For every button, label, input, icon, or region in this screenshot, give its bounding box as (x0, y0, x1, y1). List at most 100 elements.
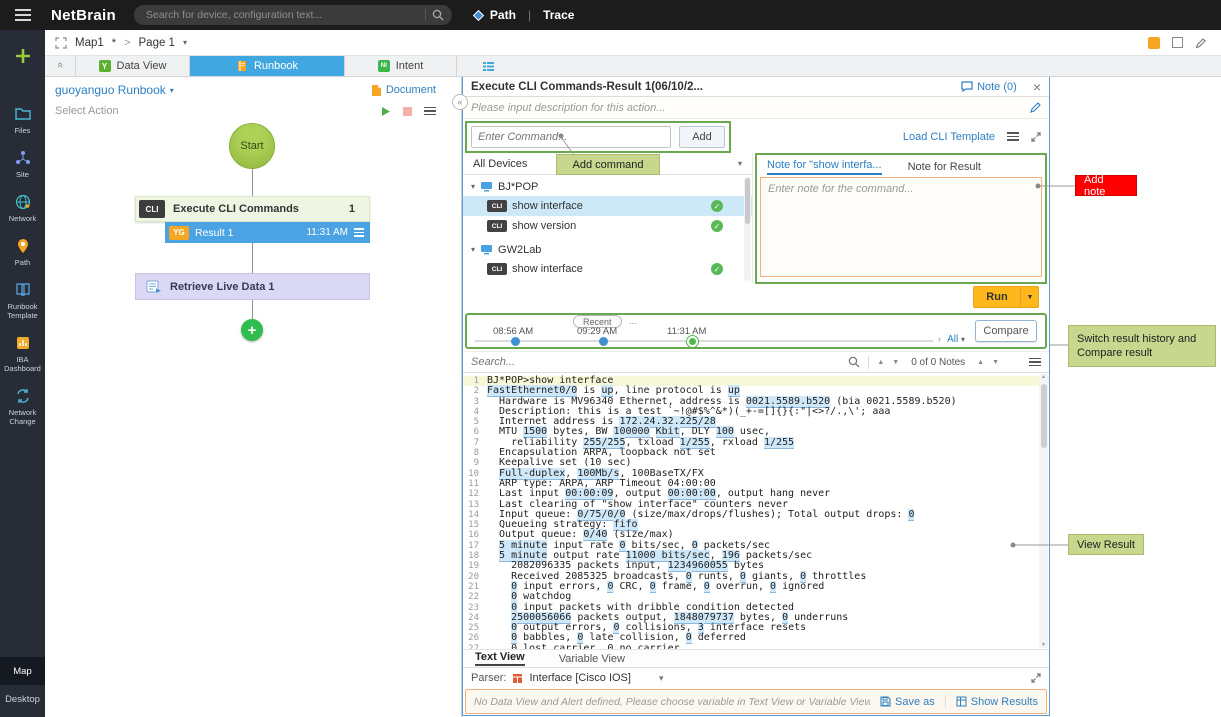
flow-connector (252, 300, 253, 319)
search-icon[interactable] (848, 356, 860, 368)
note-next-icon[interactable]: ▼ (992, 359, 999, 366)
show-results-button[interactable]: Show Results (956, 696, 1038, 708)
add-button[interactable] (0, 36, 45, 76)
sidebar-item-iba-dashboard[interactable]: IBA Dashboard (0, 327, 45, 380)
dashboard-icon (14, 334, 32, 352)
stop-icon[interactable] (403, 107, 412, 116)
device-group-row[interactable]: ▾ BJ*POP (463, 177, 752, 196)
runbook-menu-icon[interactable] (424, 107, 436, 116)
tab-text-view[interactable]: Text View (475, 651, 525, 666)
result-panel-header: Execute CLI Commands-Result 1(06/10/2...… (463, 77, 1049, 97)
save-as-button[interactable]: Save as (880, 696, 935, 708)
global-search[interactable] (134, 5, 452, 25)
collapse-expand-icon[interactable] (1031, 132, 1041, 142)
scroll-down-icon[interactable]: ▼ (1041, 642, 1046, 648)
tab-runbook[interactable]: Runbook (190, 56, 345, 76)
sidebar-item-files[interactable]: Files (0, 98, 45, 142)
expand-icon[interactable] (1031, 673, 1041, 683)
flow-execute-cli-node[interactable]: CLI Execute CLI Commands 1 (135, 196, 370, 222)
runbook-title-dropdown[interactable]: guoyanguo Runbook (55, 83, 166, 97)
edit-description-icon[interactable] (1030, 102, 1041, 113)
sidebar-item-network[interactable]: Network (0, 186, 45, 230)
template-menu-icon[interactable] (1007, 132, 1019, 141)
tree-scrollbar-thumb[interactable] (745, 178, 750, 224)
flow-start-node[interactable]: Start (229, 123, 275, 169)
run-button[interactable]: Run (973, 286, 1021, 308)
map-name[interactable]: Map1 (75, 37, 104, 49)
sidebar-item-desktop[interactable]: Desktop (0, 685, 45, 713)
timeline-dot-1[interactable] (511, 337, 520, 346)
timeline-all-dropdown[interactable]: All ▾ (947, 334, 965, 345)
timeline-scroll-arrow-icon[interactable]: › (938, 334, 941, 345)
tab-variable-view[interactable]: Variable View (559, 653, 625, 665)
timeline-dot-3-selected[interactable] (687, 336, 698, 347)
tree-scrollbar[interactable] (744, 177, 751, 281)
divider (868, 356, 869, 369)
note-prev-icon[interactable]: ▲ (977, 359, 984, 366)
parser-caret-icon[interactable]: ▾ (659, 673, 664, 684)
expand-caret-icon[interactable]: ▾ (471, 182, 475, 191)
parser-value[interactable]: Interface [Cisco IOS] (529, 672, 630, 684)
tab-data-view[interactable]: Y Data View (75, 56, 190, 76)
path-button[interactable]: Path (472, 8, 516, 22)
intent-badge-icon: NI (378, 60, 390, 72)
note-tab-result[interactable]: Note for Result (908, 161, 981, 175)
tab-intent[interactable]: NI Intent (345, 56, 457, 76)
trace-button[interactable]: Trace (543, 8, 574, 22)
description-row[interactable]: Please input description for this action… (463, 97, 1049, 119)
command-row-show-interface[interactable]: CLI show interface ✓ (463, 196, 752, 216)
annotation-add-note: Add note (1075, 175, 1137, 196)
parser-label: Parser: (471, 672, 506, 684)
output-scrollbar[interactable]: ▲▼ (1039, 374, 1048, 648)
collapse-tabs-icon[interactable]: « (54, 62, 66, 68)
add-command-button[interactable]: Add (679, 126, 725, 148)
sticky-note-icon[interactable] (1148, 37, 1160, 49)
sidebar-item-network-change[interactable]: Network Change (0, 380, 45, 433)
result-menu-icon[interactable] (354, 228, 364, 237)
command-row-show-version[interactable]: CLI show version ✓ (463, 216, 752, 236)
output-menu-icon[interactable] (1029, 358, 1041, 367)
retrieve-node-label: Retrieve Live Data 1 (170, 281, 275, 293)
note-input[interactable]: Enter note for the command... (760, 177, 1042, 277)
sidebar-item-map[interactable]: Map (0, 657, 45, 685)
search-icon[interactable] (432, 9, 444, 21)
document-link[interactable]: Document (371, 84, 436, 97)
scroll-up-icon[interactable]: ▲ (1041, 374, 1046, 380)
output-scrollbar-thumb[interactable] (1041, 384, 1047, 448)
flow-retrieve-node[interactable]: Retrieve Live Data 1 (135, 273, 370, 300)
sidebar-item-runbook-template[interactable]: Runbook Template (0, 274, 45, 327)
panel-layout-icon[interactable] (482, 61, 495, 72)
flow-result-node[interactable]: YG Result 1 11:31 AM (165, 222, 370, 243)
sidebar-item-path[interactable]: Path (0, 230, 45, 274)
page-caret-icon[interactable]: ▾ (183, 38, 187, 47)
run-options-caret[interactable]: ▼ (1021, 286, 1039, 308)
device-group-row[interactable]: ▾ GW2Lab (463, 240, 752, 259)
data-view-badge-icon: Y (99, 60, 111, 72)
note-button[interactable]: Note (0) (961, 81, 1017, 93)
window-icon[interactable] (1172, 37, 1183, 48)
play-icon[interactable] (380, 106, 391, 117)
search-next-icon[interactable]: ▼ (892, 359, 899, 366)
sidebar-item-site[interactable]: Site (0, 142, 45, 186)
page-selector[interactable]: Page 1 (139, 37, 175, 49)
book-icon (14, 281, 32, 299)
collapse-panel-button[interactable]: « (452, 94, 468, 110)
edit-pencil-icon[interactable] (1195, 37, 1207, 49)
runbook-title-caret-icon[interactable]: ▾ (170, 86, 174, 95)
search-prev-icon[interactable]: ▲ (877, 359, 884, 366)
fit-screen-icon[interactable] (55, 37, 67, 49)
add-action-button[interactable]: + (241, 319, 263, 341)
hamburger-menu-icon[interactable] (0, 0, 45, 30)
timeline-dot-2[interactable] (599, 337, 608, 346)
close-icon[interactable]: × (1033, 80, 1041, 94)
note-tab-command[interactable]: Note for "show interfa... (767, 159, 882, 175)
command-row-show-interface-2[interactable]: CLI show interface ✓ (463, 259, 752, 279)
global-search-input[interactable] (146, 9, 419, 21)
left-rail: Files Site Network Path Runbook Template… (0, 30, 45, 717)
compare-button[interactable]: Compare (975, 320, 1037, 342)
load-cli-template-link[interactable]: Load CLI Template (903, 131, 995, 143)
annotation-add-command: Add command (556, 154, 660, 175)
command-input[interactable] (471, 126, 671, 148)
result-search-input[interactable] (471, 356, 840, 368)
expand-caret-icon[interactable]: ▾ (471, 245, 475, 254)
